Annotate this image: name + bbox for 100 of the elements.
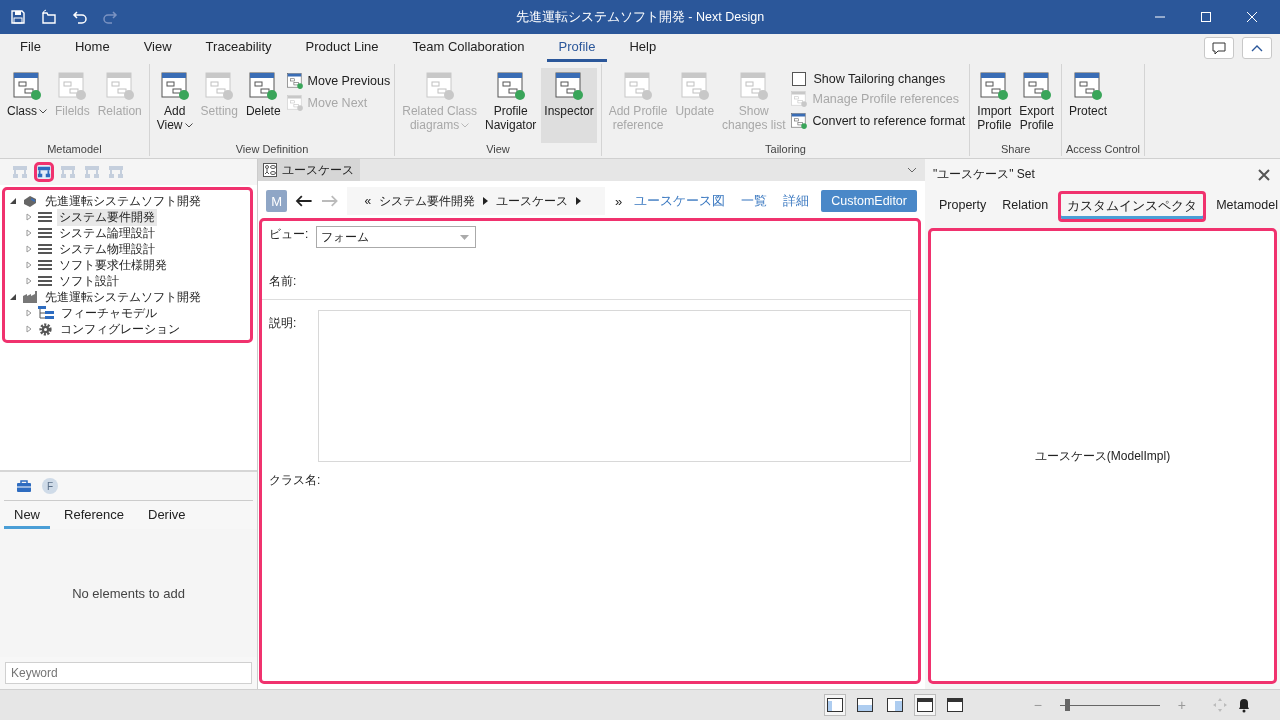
ribbon-button[interactable]: Protect <box>1066 68 1111 143</box>
description-field[interactable] <box>318 310 911 462</box>
toolbar-button[interactable] <box>34 162 54 182</box>
collapsed-icon[interactable] <box>25 213 33 221</box>
diagram-icon <box>203 70 236 102</box>
ribbon-button[interactable]: Inspector <box>541 68 597 143</box>
save-icon[interactable] <box>10 9 26 25</box>
collapsed-icon[interactable] <box>25 277 33 285</box>
menu-tab[interactable]: Home <box>62 34 122 62</box>
model-badge: M <box>266 190 288 212</box>
breadcrumb-back[interactable]: « <box>364 194 372 208</box>
collapsed-icon[interactable] <box>25 261 33 269</box>
group-label: Access Control <box>1066 143 1140 156</box>
dropdown-icon[interactable] <box>907 167 917 173</box>
diagram-icon <box>494 70 527 102</box>
tree-label[interactable]: ソフト設計 <box>57 272 121 290</box>
search-field[interactable]: Keyword <box>5 662 252 684</box>
tree-item[interactable]: システム物理設計 <box>25 241 246 257</box>
diagram-icon <box>737 70 770 102</box>
notification-bell-icon[interactable] <box>1236 697 1252 713</box>
diagram-icon <box>978 70 1011 102</box>
ribbon-button[interactable]: Profile Navigator <box>481 68 540 143</box>
diagram-icon <box>790 112 809 130</box>
toolbox-icon[interactable] <box>16 479 32 493</box>
menu-tab[interactable]: Product Line <box>293 34 391 62</box>
collapsed-icon[interactable] <box>25 229 33 237</box>
ribbon-button[interactable]: Export Profile <box>1016 68 1058 143</box>
tree-item[interactable]: ソフト要求仕様開発 <box>25 257 246 273</box>
tree-item[interactable]: 先進運転システムソフト開発 <box>9 193 246 209</box>
menu-tab[interactable]: Help <box>617 34 669 62</box>
redo-icon[interactable] <box>102 9 118 25</box>
expanded-icon[interactable] <box>9 293 17 301</box>
ribbon-button[interactable]: Class <box>4 68 50 143</box>
caret-icon <box>576 197 582 205</box>
breadcrumb-item[interactable]: ユースケース <box>496 192 569 210</box>
diagram-icon <box>622 70 655 102</box>
group-label: Tailoring <box>764 143 807 156</box>
diagram-icon <box>247 70 280 102</box>
open-icon[interactable] <box>40 9 58 25</box>
hierarchy-icon <box>38 306 54 320</box>
expanded-icon[interactable] <box>9 197 17 205</box>
collapsed-icon[interactable] <box>25 245 33 253</box>
document-tab[interactable]: ユースケース <box>258 159 360 181</box>
tree-label[interactable]: システム論理設計 <box>57 224 157 242</box>
collapsed-icon[interactable] <box>25 325 33 333</box>
tree-label[interactable]: システム要件開発 <box>57 208 157 226</box>
inspector-tab[interactable]: カスタムインスペクタ <box>1058 191 1207 222</box>
tree-label[interactable]: フィーチャモデル <box>59 304 159 322</box>
filter-badge[interactable]: F <box>42 478 58 494</box>
editor-view-tab[interactable]: ユースケース図 <box>630 192 730 210</box>
layout-button[interactable] <box>913 694 936 716</box>
menu-tab[interactable]: Traceability <box>193 34 284 62</box>
field-label: クラス名: <box>269 472 321 489</box>
tree-item[interactable]: システム論理設計 <box>25 225 246 241</box>
maximize-icon[interactable] <box>1200 11 1212 23</box>
group-label: Share <box>1000 143 1032 156</box>
editor-view-tab[interactable]: 詳細 <box>779 192 814 210</box>
breadcrumb-item[interactable]: システム要件開発 <box>379 192 476 210</box>
collapsed-icon[interactable] <box>25 309 33 317</box>
tree-label[interactable]: 先進運転システムソフト開発 <box>43 192 203 210</box>
tree-label[interactable]: コンフィグレーション <box>58 320 182 338</box>
comment-button[interactable] <box>1204 37 1234 59</box>
diagram-icon <box>423 70 456 102</box>
menu-tab[interactable]: File <box>8 34 53 62</box>
tree-item[interactable]: 先進運転システムソフト開発 <box>9 289 246 305</box>
layout-button[interactable] <box>823 694 846 716</box>
undo-icon[interactable] <box>72 9 88 25</box>
tree-item[interactable]: コンフィグレーション <box>25 321 246 337</box>
ribbon-button[interactable]: Import Profile <box>974 68 1015 143</box>
editor-view-tab[interactable]: CustomEditor <box>821 190 917 212</box>
tree-item[interactable]: フィーチャモデル <box>25 305 246 321</box>
tree-label[interactable]: 先進運転システムソフト開発 <box>43 288 203 306</box>
panel-tab[interactable]: Reference <box>54 503 134 529</box>
group-label: View Definition <box>234 143 310 156</box>
tree-item[interactable]: システム要件開発 <box>25 209 246 225</box>
list-icon <box>38 243 52 255</box>
factory-icon <box>22 290 38 304</box>
panel-tab[interactable]: Derive <box>138 503 196 529</box>
close-icon[interactable] <box>1258 168 1270 181</box>
menu-tab[interactable]: Team Collaboration <box>400 34 537 62</box>
diagram-icon <box>790 90 809 108</box>
editor-view-tab[interactable]: 一覧 <box>737 192 772 210</box>
breadcrumb-more[interactable]: » <box>615 193 623 209</box>
tree-label[interactable]: ソフト要求仕様開発 <box>57 256 169 274</box>
ribbon-button[interactable]: Add View <box>153 68 196 143</box>
usecase-icon <box>263 163 277 177</box>
ribbon-button[interactable]: Delete <box>242 68 284 143</box>
inspector-tab[interactable]: Metamodel <box>1210 191 1280 222</box>
window-title: 先進運転システムソフト開発 - Next Design <box>515 8 765 26</box>
menu-tab[interactable]: View <box>131 34 184 62</box>
view-select[interactable]: フォーム <box>316 226 477 248</box>
ribbon-button[interactable]: Move Previous <box>285 72 391 90</box>
ribbon-button[interactable]: Convert to reference format <box>790 112 966 130</box>
tree-label[interactable]: システム物理設計 <box>57 240 157 258</box>
tree-item[interactable]: ソフト設計 <box>25 273 246 289</box>
menu-tab[interactable]: Profile <box>546 34 608 62</box>
inspector-tab[interactable]: Property <box>933 191 993 222</box>
back-arrow-icon[interactable] <box>295 194 314 208</box>
checkbox[interactable]: Show Tailoring changes <box>790 72 966 86</box>
inspector-tab[interactable]: Relation <box>996 191 1055 222</box>
